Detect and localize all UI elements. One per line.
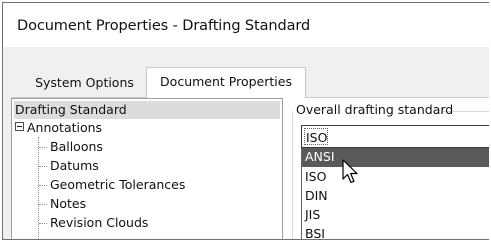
tree-connector	[39, 147, 47, 148]
standard-combo[interactable]: ISO	[301, 125, 489, 148]
window-title: Document Properties - Drafting Standard	[17, 18, 311, 34]
tree-item-annotations[interactable]: Annotations	[27, 120, 102, 135]
option-ansi[interactable]: ANSI	[302, 148, 489, 167]
tree-item-geometric-tolerances[interactable]: Geometric Tolerances	[50, 177, 185, 192]
tree-connector	[38, 137, 39, 239]
dialog-body: System Options Document Properties Draft…	[3, 47, 489, 239]
overall-standard-label: Overall drafting standard	[296, 102, 454, 117]
tab-system-options[interactable]: System Options	[23, 69, 146, 97]
standard-combo-value: ISO	[304, 128, 328, 145]
minus-box-icon[interactable]	[15, 122, 24, 131]
option-bsi[interactable]: BSI	[302, 225, 489, 239]
option-jis[interactable]: JIS	[302, 206, 489, 225]
tree-connector	[39, 223, 47, 224]
tab-document-properties[interactable]: Document Properties	[146, 67, 306, 98]
tree-connector	[39, 166, 47, 167]
tab-panel: Drafting Standard Annotations Balloons D…	[11, 98, 489, 239]
tree-item-revision-clouds[interactable]: Revision Clouds	[50, 215, 148, 230]
tree-connector	[39, 204, 47, 205]
arrow-cursor-icon	[342, 159, 358, 184]
dialog-window: Document Properties - Drafting Standard …	[2, 2, 489, 240]
groupbox-border	[292, 111, 293, 239]
option-iso[interactable]: ISO	[302, 168, 489, 187]
options-tree[interactable]: Drafting Standard Annotations Balloons D…	[11, 98, 283, 239]
standard-dropdown-list[interactable]: ANSI ISO DIN JIS BSI	[301, 148, 489, 239]
tree-item-datums[interactable]: Datums	[50, 158, 99, 173]
tree-connector	[39, 185, 47, 186]
option-din[interactable]: DIN	[302, 187, 489, 206]
title-bar: Document Properties - Drafting Standard	[3, 3, 489, 47]
tree-item-balloons[interactable]: Balloons	[50, 139, 103, 154]
tree-item-drafting-standard[interactable]: Drafting Standard	[14, 101, 280, 119]
tree-item-notes[interactable]: Notes	[50, 196, 86, 211]
